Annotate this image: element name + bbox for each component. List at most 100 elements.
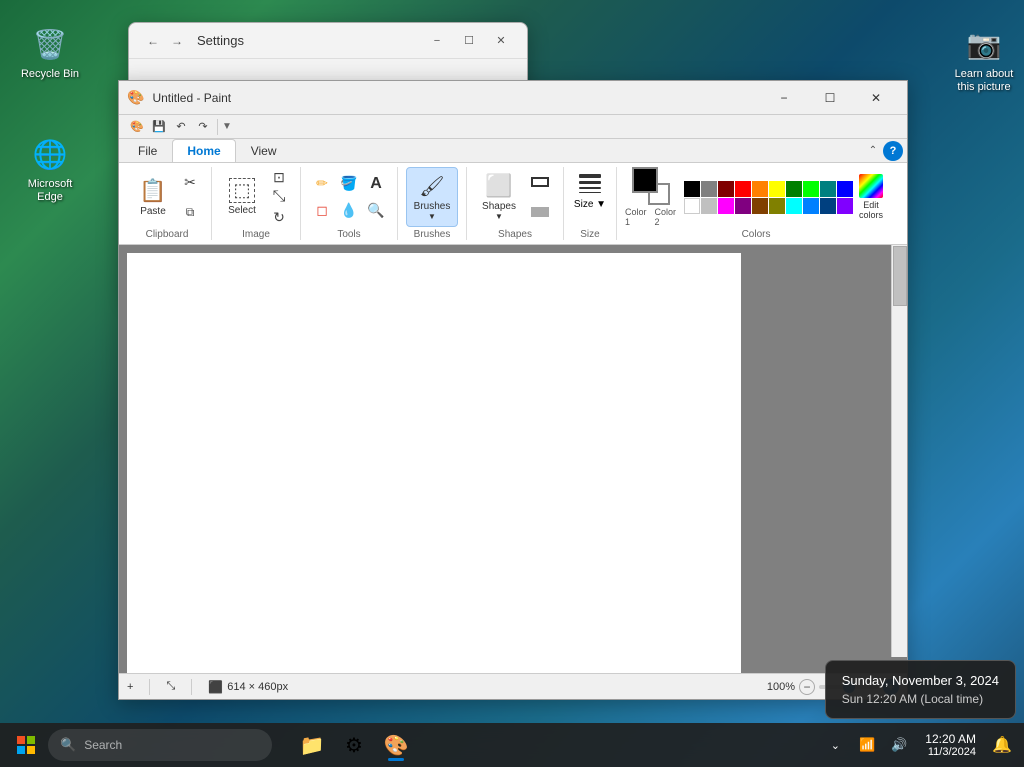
taskbar-app-file-explorer[interactable]: 📁 bbox=[292, 727, 332, 763]
search-input[interactable] bbox=[84, 738, 260, 752]
outline-btn[interactable] bbox=[525, 168, 555, 196]
color-picker-btn[interactable]: 💧 bbox=[336, 198, 362, 224]
brushes-icon: 🖌 bbox=[419, 174, 444, 199]
color-labels: Color1 Color2 bbox=[625, 207, 676, 227]
qa-separator bbox=[217, 119, 218, 135]
taskbar-search-bar[interactable]: 🔍 bbox=[48, 729, 272, 761]
swatch-dgray[interactable] bbox=[701, 181, 717, 197]
zoom-out-btn[interactable]: − bbox=[799, 679, 815, 695]
swatch-navy[interactable] bbox=[820, 198, 836, 214]
color1-label: Color1 bbox=[625, 207, 647, 227]
swatch-olive[interactable] bbox=[769, 198, 785, 214]
clipboard-small-btns: ✂ ⧉ bbox=[177, 167, 203, 227]
fill-style-btn[interactable] bbox=[525, 198, 555, 226]
select-btn[interactable]: ⬚ Select bbox=[220, 167, 264, 227]
paint-close-btn[interactable]: ✕ bbox=[853, 81, 899, 115]
chevron-up-icon: ⌄ bbox=[831, 739, 840, 752]
swatch-brown[interactable] bbox=[752, 198, 768, 214]
swatch-cyan[interactable] bbox=[786, 198, 802, 214]
clock-time: 12:20 AM bbox=[925, 732, 976, 746]
swatch-teal[interactable] bbox=[820, 181, 836, 197]
size-line-3 bbox=[579, 187, 601, 189]
eraser-btn[interactable]: ◻ bbox=[309, 198, 335, 224]
swatch-magenta[interactable] bbox=[718, 198, 734, 214]
scrollbar-thumb-v[interactable] bbox=[893, 246, 907, 306]
fill-icon: 🪣 bbox=[340, 175, 357, 192]
tray-sound-btn[interactable]: 🔊 bbox=[885, 727, 913, 763]
status-sep-1 bbox=[149, 679, 150, 695]
resize-canvas-status[interactable]: ⤡ bbox=[166, 680, 175, 693]
text-btn[interactable]: A bbox=[363, 171, 389, 197]
copy-btn[interactable]: ⧉ bbox=[177, 199, 203, 225]
brushes-btn[interactable]: 🖌 Brushes ▼ bbox=[406, 167, 458, 227]
help-btn[interactable]: ? bbox=[883, 141, 903, 161]
color1-box[interactable] bbox=[632, 167, 658, 193]
qa-paint-icon[interactable]: 🎨 bbox=[127, 117, 147, 137]
settings-back-btn[interactable]: ← bbox=[141, 29, 165, 53]
qa-dropdown-btn[interactable]: ▼ bbox=[222, 121, 232, 132]
qa-undo-btn[interactable]: ↶ bbox=[171, 117, 191, 137]
swatch-black[interactable] bbox=[684, 181, 700, 197]
add-canvas-btn[interactable]: + bbox=[127, 681, 133, 693]
fill-style-icon bbox=[531, 207, 549, 217]
tab-view[interactable]: View bbox=[236, 139, 292, 162]
qa-save-btn[interactable]: 💾 bbox=[149, 117, 169, 137]
rotate-btn[interactable]: ↻ bbox=[266, 207, 292, 227]
taskbar-app-paint[interactable]: 🎨 bbox=[376, 727, 416, 763]
crop-btn[interactable]: ⊡ bbox=[266, 167, 292, 187]
shapes-dropdown-arrow: ▼ bbox=[495, 212, 503, 221]
swatch-violet[interactable] bbox=[837, 198, 853, 214]
tab-file[interactable]: File bbox=[123, 139, 172, 162]
swatch-purple[interactable] bbox=[735, 198, 751, 214]
cut-btn[interactable]: ✂ bbox=[177, 169, 203, 195]
magnify-btn[interactable]: 🔍 bbox=[363, 198, 389, 224]
swatch-red[interactable] bbox=[735, 181, 751, 197]
pencil-btn[interactable]: ✏ bbox=[309, 171, 335, 197]
fill-btn[interactable]: 🪣 bbox=[336, 171, 362, 197]
recycle-bin-icon: 🗑️ bbox=[30, 24, 70, 64]
crop-icon: ⊡ bbox=[273, 169, 285, 186]
taskbar-app-settings[interactable]: ⚙ bbox=[334, 727, 374, 763]
settings-maximize-btn[interactable]: ☐ bbox=[455, 31, 483, 51]
swatch-green[interactable] bbox=[803, 181, 819, 197]
taskbar-tray: ⌄ 📶 🔊 12:20 AM 11/3/2024 🔔 bbox=[821, 727, 1016, 763]
tab-home[interactable]: Home bbox=[172, 139, 235, 162]
settings-minimize-btn[interactable]: − bbox=[423, 31, 451, 51]
swatch-orange[interactable] bbox=[752, 181, 768, 197]
size-line-4 bbox=[579, 192, 601, 193]
paint-canvas[interactable] bbox=[127, 253, 741, 673]
popup-date: Sunday, November 3, 2024 bbox=[842, 673, 999, 688]
settings-forward-btn[interactable]: → bbox=[165, 29, 189, 53]
start-button[interactable] bbox=[8, 727, 44, 763]
taskbar-clock[interactable]: 12:20 AM 11/3/2024 bbox=[917, 732, 984, 758]
size-btn[interactable]: Size ▼ bbox=[572, 168, 608, 226]
vertical-scrollbar[interactable] bbox=[891, 245, 907, 657]
canvas-area[interactable] bbox=[119, 245, 907, 673]
clock-popup: Sunday, November 3, 2024 Sun 12:20 AM (L… bbox=[825, 660, 1016, 719]
shapes-btn[interactable]: ⬜ Shapes ▼ bbox=[475, 167, 523, 227]
desktop-icon-edge[interactable]: 🌐 Microsoft Edge bbox=[10, 130, 90, 208]
swatch-lblue[interactable] bbox=[803, 198, 819, 214]
network-icon: 📶 bbox=[859, 737, 875, 753]
notification-btn[interactable]: 🔔 bbox=[988, 727, 1016, 763]
swatch-blue[interactable] bbox=[837, 181, 853, 197]
tray-network-btn[interactable]: 📶 bbox=[853, 727, 881, 763]
edit-colors-btn[interactable]: Editcolors bbox=[855, 172, 887, 222]
tray-chevron-btn[interactable]: ⌄ bbox=[821, 727, 849, 763]
image-content: ⬚ Select ⊡ ⤡ ↻ bbox=[220, 167, 292, 227]
swatch-lgray[interactable] bbox=[701, 198, 717, 214]
swatch-white[interactable] bbox=[684, 198, 700, 214]
swatch-dgreen[interactable] bbox=[786, 181, 802, 197]
paint-minimize-btn[interactable]: − bbox=[761, 81, 807, 115]
sound-icon: 🔊 bbox=[891, 737, 907, 753]
swatch-darkred[interactable] bbox=[718, 181, 734, 197]
ribbon-collapse-btn[interactable]: ⌃ bbox=[863, 141, 883, 161]
qa-redo-btn[interactable]: ↷ bbox=[193, 117, 213, 137]
desktop-icon-learn[interactable]: 📷 Learn about this picture bbox=[944, 20, 1024, 98]
resize-btn[interactable]: ⤡ bbox=[266, 187, 292, 207]
paint-maximize-btn[interactable]: ☐ bbox=[807, 81, 853, 115]
desktop-icon-recycle-bin[interactable]: 🗑️ Recycle Bin bbox=[10, 20, 90, 85]
paste-btn[interactable]: 📋 Paste bbox=[131, 167, 175, 227]
settings-close-btn[interactable]: ✕ bbox=[487, 31, 515, 51]
swatch-yellow[interactable] bbox=[769, 181, 785, 197]
